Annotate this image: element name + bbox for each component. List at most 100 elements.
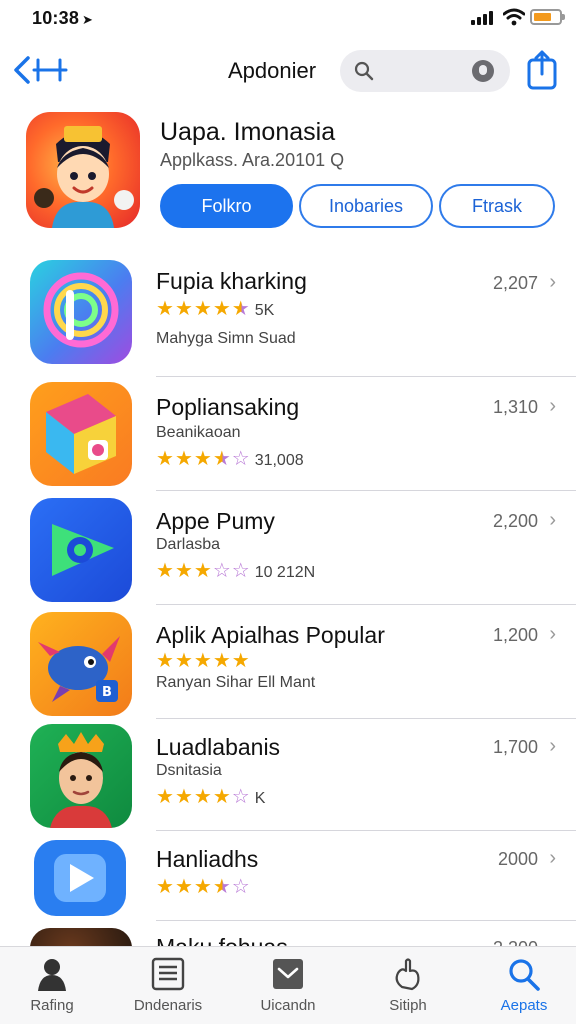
cellular-signal-icon [471,11,497,25]
star-empty-icon: ☆ [231,786,251,808]
star-empty-icon: ☆ [231,560,251,582]
chevron-right-icon: › [549,271,556,293]
app-count: 2,207 [492,273,538,293]
filter-chip-1[interactable]: Folkro [160,184,293,228]
search-icon [354,61,374,81]
star-rating: ★★★★★ 5K [156,298,275,320]
app-count: 1,310 [492,397,538,417]
star-empty-icon: ☆ [212,560,232,582]
divider [156,830,576,831]
app-icon [30,724,132,828]
hand-icon [395,958,420,991]
app-count: 2,200 [492,511,538,531]
list-item[interactable]: Luadlabanis Dsnitasia ★★★★☆ K 1,700 › [0,724,576,838]
star-filled-icon: ★ [231,650,251,672]
list-item[interactable]: Popliansaking Beanikaoan ★★★★☆ 31,008 1,3… [0,382,576,496]
back-button[interactable] [12,52,70,88]
tab-sitiph[interactable]: Sitiph [356,955,460,1021]
list-item[interactable]: B Aplik Apialhas Popular ★★★★★ Ranyan Si… [0,612,576,726]
app-subtitle: Ranyan Sihar Ell Mant [156,674,316,691]
star-filled-icon: ★ [193,786,213,808]
filter-chip-2[interactable]: Inobaries [299,184,433,228]
page-title: Apdonier [228,58,317,83]
star-half-icon: ★ [231,298,251,320]
battery-level [534,13,551,21]
person-icon [38,959,66,991]
navigation-bar: Apdonier [0,44,576,100]
wifi-icon [503,8,525,26]
battery-icon [530,9,565,25]
app-icon [30,928,132,946]
search-icon [509,959,540,991]
star-rating: ★★★★☆ K [156,786,266,808]
tab-bar: Rafing Dndenaris Uicandn Sitiph Aepats [0,946,576,1024]
list-item[interactable]: Maku fohuas 2,200 [0,928,576,946]
featured-app: Uapa. Imonasia Applkass. Ara.20101 Q Fol… [0,112,576,242]
app-count: 1,700 [492,737,538,757]
star-filled-icon: ★ [156,786,175,808]
app-name: Appe Pumy [156,508,275,534]
featured-app-title: Uapa. Imonasia [160,118,336,146]
star-rating: ★★★★☆ 31,008 [156,448,304,470]
star-filled-icon: ★ [156,876,175,898]
star-half-icon: ★ [212,876,232,898]
star-filled-icon: ★ [156,650,175,672]
tab-label: Dndenaris [133,997,203,1014]
chevron-right-icon: › [549,735,556,757]
tab-aepats[interactable]: Aepats [472,955,576,1021]
app-subtitle: Beanikaoan [156,424,241,441]
app-name: Fupia kharking [156,268,307,294]
tab-rafing[interactable]: Rafing [0,955,104,1021]
location-arrow-icon: ➤ [82,12,94,27]
share-button[interactable] [524,50,560,90]
status-bar: 10:38 ➤ [0,0,576,36]
divider [156,376,576,377]
star-filled-icon: ★ [156,560,175,582]
app-name: Hanliadhs [156,846,259,872]
star-filled-icon: ★ [174,448,194,470]
star-rating: ★★★★★ [156,648,255,673]
star-filled-icon: ★ [193,876,213,898]
app-icon [30,260,132,364]
star-filled-icon: ★ [193,448,213,470]
tab-uicandn[interactable]: Uicandn [236,955,340,1021]
svg-text:B: B [102,685,112,700]
app-subtitle: Dsnitasia [156,762,222,779]
tab-dndenaris[interactable]: Dndenaris [116,955,220,1021]
app-icon [30,836,132,940]
app-icon: B [30,612,132,716]
divider [156,490,576,491]
tab-label: Sitiph [389,997,427,1014]
divider [156,718,576,719]
divider [156,604,576,605]
tab-label: Uicandn [260,997,316,1014]
star-filled-icon: ★ [174,650,194,672]
chevron-right-icon: › [549,623,556,645]
app-icon [30,382,132,486]
chevron-right-icon: › [549,509,556,531]
voice-search-icon[interactable] [472,60,494,82]
star-rating: ★★★☆☆ 10 212N [156,560,316,582]
star-filled-icon: ★ [212,786,232,808]
app-name: Maku fohuas [156,934,288,946]
filter-chip-3[interactable]: Ftrask [439,184,555,228]
star-empty-icon: ☆ [231,876,251,898]
app-count: 1,200 [492,625,538,645]
divider [156,920,576,921]
star-filled-icon: ★ [212,650,232,672]
app-name: Popliansaking [156,394,300,420]
tab-label: Aepats [500,997,548,1014]
list-item[interactable]: Appe Pumy Darlasba ★★★☆☆ 10 212N 2,200 › [0,498,576,612]
list-item[interactable]: Fupia kharking ★★★★★ 5K Mahyga Simn Suad … [0,260,576,377]
star-filled-icon: ★ [212,298,232,320]
app-count: 2000 [497,849,538,869]
app-icon [30,498,132,602]
app-name: Luadlabanis [156,734,281,760]
chevron-right-icon: › [549,847,556,869]
star-filled-icon: ★ [156,298,175,320]
app-count: 2,200 [493,938,538,946]
app-name: Aplik Apialhas Popular [156,622,385,648]
list-icon [151,957,185,991]
featured-app-icon[interactable] [26,112,140,228]
search-input[interactable] [340,50,510,92]
